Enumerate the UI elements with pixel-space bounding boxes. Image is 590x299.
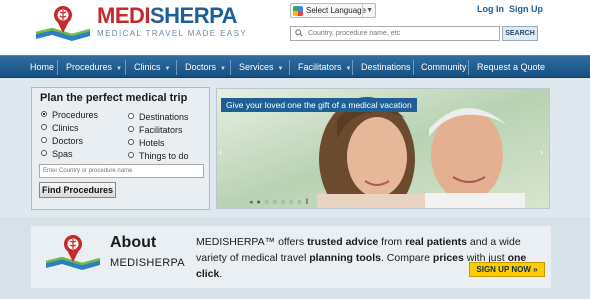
chevron-down-icon: ▼ xyxy=(116,66,122,72)
plan-title: Plan the perfect medical trip xyxy=(40,92,188,104)
nav-item-request-quote[interactable]: Request a Quote xyxy=(477,56,545,78)
login-link[interactable]: Log In xyxy=(477,4,504,14)
plan-trip-panel: Plan the perfect medical trip Procedures… xyxy=(31,87,210,210)
main-nav: Home Procedures ▼ Clinics ▼ Doctors ▼ Servi… xyxy=(0,55,590,78)
site-header: MEDISHERPA MEDICAL TRAVEL MADE EASY Sele… xyxy=(0,0,590,55)
chevron-down-icon: ▼ xyxy=(362,4,373,17)
radio-icon xyxy=(41,124,47,130)
radio-selected-icon xyxy=(41,111,47,117)
radio-things-to-do[interactable]: Things to do xyxy=(128,151,189,161)
nav-item-procedures[interactable]: Procedures ▼ xyxy=(66,56,122,78)
hero-banner: Give your loved one the gift of a medica… xyxy=(221,98,417,112)
medisherpa-logo-icon xyxy=(45,235,101,270)
radio-icon xyxy=(128,152,134,158)
nav-item-doctors[interactable]: Doctors ▼ xyxy=(185,56,226,78)
chevron-down-icon: ▼ xyxy=(164,66,171,72)
nav-item-facilitators[interactable]: Facilitators ▼ xyxy=(298,56,351,78)
search-icon xyxy=(295,29,303,37)
medisherpa-logo-icon[interactable] xyxy=(32,3,94,43)
about-title: About xyxy=(110,234,157,251)
radio-icon xyxy=(128,139,134,145)
signup-link[interactable]: Sign Up xyxy=(509,4,543,14)
radio-icon xyxy=(128,113,134,119)
radio-doctors[interactable]: Doctors xyxy=(41,136,83,146)
search-placeholder: Country, procedure name, etc xyxy=(308,30,401,37)
radio-hotels[interactable]: Hotels xyxy=(128,138,165,148)
nav-item-home[interactable]: Home xyxy=(30,56,54,78)
radio-icon xyxy=(41,137,47,143)
search-input[interactable]: Country, procedure name, etc xyxy=(290,26,500,41)
signup-now-button[interactable]: SIGN UP NOW » xyxy=(469,262,545,277)
chevron-down-icon: ▼ xyxy=(277,66,284,72)
next-arrow-icon[interactable]: › xyxy=(540,147,543,157)
brand-name[interactable]: MEDISHERPA xyxy=(97,5,238,27)
search-button[interactable]: SEARCH xyxy=(502,26,538,41)
tagline: MEDICAL TRAVEL MADE EASY xyxy=(97,29,248,38)
slide-dots[interactable]: ◂ ● ○ ○ ○ ○ ○ ‖ xyxy=(249,198,309,206)
language-select[interactable]: Select Language ▼ xyxy=(290,3,376,18)
chevron-down-icon: ▼ xyxy=(345,66,352,72)
chevron-down-icon: ▼ xyxy=(220,66,226,72)
radio-procedures[interactable]: Procedures xyxy=(41,110,98,120)
nav-item-services[interactable]: Services ▼ xyxy=(239,56,283,78)
destination-input[interactable]: Enter Country or procedure name xyxy=(39,164,204,178)
google-icon xyxy=(293,6,303,16)
hero-slider[interactable]: Give your loved one the gift of a medica… xyxy=(216,88,550,209)
nav-item-clinics[interactable]: Clinics ▼ xyxy=(134,56,170,78)
radio-icon xyxy=(128,126,134,132)
radio-facilitators[interactable]: Facilitators xyxy=(128,125,183,135)
about-subtitle: MEDISHERPA xyxy=(110,257,185,269)
prev-arrow-icon[interactable]: ‹ xyxy=(219,147,222,157)
language-label: Select Language xyxy=(306,6,367,15)
find-procedures-button[interactable]: Find Procedures xyxy=(39,182,116,198)
radio-spas[interactable]: Spas xyxy=(41,149,73,159)
nav-item-community[interactable]: Community xyxy=(421,56,467,78)
radio-destinations[interactable]: Destinations xyxy=(128,112,189,122)
radio-icon xyxy=(41,150,47,156)
radio-clinics[interactable]: Clinics xyxy=(41,123,79,133)
nav-item-destinations[interactable]: Destinations xyxy=(361,56,411,78)
